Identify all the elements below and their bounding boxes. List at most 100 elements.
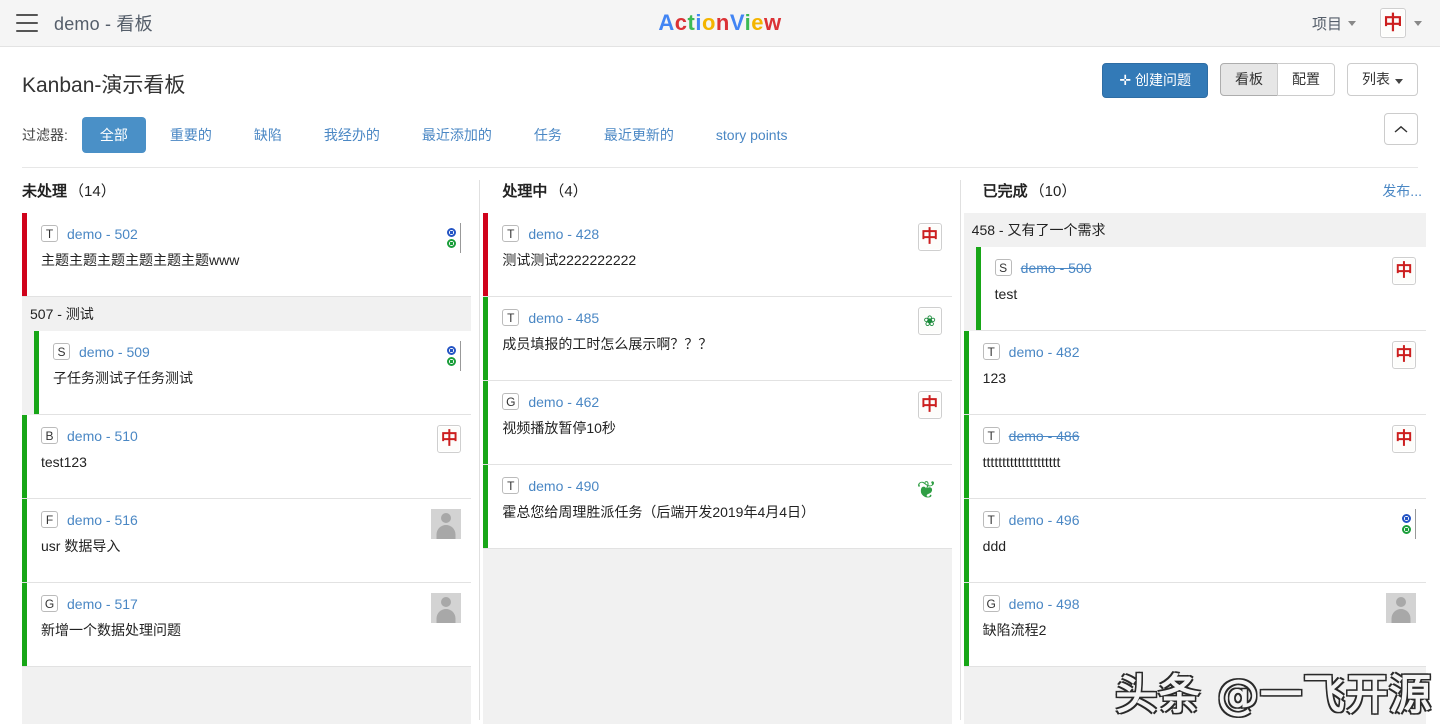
card-issue-key-link[interactable]: demo - 517 [67, 597, 138, 611]
filter-bar: 过滤器: 全部 重要的 缺陷 我经办的 最近添加的 任务 最近更新的 story points [22, 113, 1418, 168]
kanban-card[interactable]: Tdemo - 482 123 中 [963, 331, 1426, 415]
column-count: （10） [1029, 183, 1077, 200]
avatar-dot-blue [447, 228, 457, 237]
kanban-card[interactable]: Tdemo - 428 测试测试2222222222 中 [483, 213, 952, 297]
filter-5[interactable]: 任务 [516, 117, 580, 153]
card-assignee: ❀ [894, 297, 952, 380]
kanban-card[interactable]: Bdemo - 510 test123 中 [22, 415, 472, 499]
card-header-line: Gdemo - 462 [502, 393, 883, 410]
filter-items: 全部 重要的 缺陷 我经办的 最近添加的 任务 最近更新的 story points [81, 117, 806, 153]
filter-4[interactable]: 最近添加的 [404, 117, 510, 153]
plus-icon: ✛ [1119, 72, 1132, 88]
issue-type-badge: B [41, 427, 58, 444]
kanban-board: 未处理 （14） Tdemo - 502 主题主题主题主题主题主题www 507 - 测… [0, 180, 1440, 724]
card-body: Tdemo - 482 123 [969, 331, 1368, 414]
card-summary: usr 数据导入 [41, 538, 121, 554]
card-issue-key-link[interactable]: demo - 428 [528, 227, 599, 241]
avatar [1397, 509, 1416, 539]
card-header-line: Tdemo - 485 [502, 309, 883, 326]
kanban-card[interactable]: Gdemo - 462 视频播放暂停10秒 中 [483, 381, 952, 465]
column-count: （4） [549, 183, 588, 200]
card-assignee: 中 [413, 415, 471, 498]
filter-6[interactable]: 最近更新的 [586, 117, 692, 153]
hamburger-menu-icon[interactable] [16, 14, 38, 32]
brand-letter-4: o [701, 10, 716, 35]
collapse-filters-button[interactable] [1384, 113, 1418, 145]
issue-type-badge: S [994, 259, 1012, 276]
create-issue-button[interactable]: ✛ 创建问题 [1102, 63, 1208, 99]
card-issue-key-link[interactable]: demo - 516 [67, 513, 138, 527]
card-issue-key-link[interactable]: demo - 498 [1009, 597, 1080, 611]
release-link[interactable]: 发布... [1382, 181, 1422, 201]
card-assignee: 中 [1368, 331, 1426, 414]
kanban-card[interactable]: Fdemo - 516 usr 数据导入 [22, 499, 472, 583]
issue-type-badge: T [502, 309, 520, 326]
card-header-line: Tdemo - 482 [982, 343, 1358, 360]
card-summary: test [994, 286, 1018, 302]
kanban-card[interactable]: Tdemo - 486 tttttttttttttttttttt 中 [963, 415, 1426, 499]
kanban-card[interactable]: Gdemo - 517 新增一个数据处理问题 [22, 583, 472, 667]
list-dropdown-button[interactable]: 列表 [1347, 63, 1418, 97]
kanban-card[interactable]: Sdemo - 500 test 中 [975, 247, 1426, 331]
card-summary: 霍总您给周理胜派任务（后端开发2019年4月4日） [502, 504, 816, 520]
card-header-line: Fdemo - 516 [41, 511, 403, 528]
kanban-column: 已完成 （10） 发布... 458 - 又有了一个需求 Sdemo - 500 test… [959, 180, 1440, 724]
chevron-down-icon [1395, 79, 1403, 84]
card-issue-key-link[interactable]: demo - 509 [79, 345, 150, 359]
column-name: 已完成 [982, 183, 1028, 200]
card-assignee [413, 583, 471, 666]
kanban-card[interactable]: Sdemo - 509 子任务测试子任务测试 [34, 331, 472, 415]
avatar: 中 [437, 425, 462, 453]
kanban-card[interactable]: Gdemo - 498 缺陷流程2 [963, 583, 1426, 667]
filter-2[interactable]: 缺陷 [236, 117, 300, 153]
avatar [443, 341, 462, 371]
avatar-dot-green [447, 239, 457, 248]
card-header-line: Bdemo - 510 [41, 427, 403, 444]
card-issue-key-link[interactable]: demo - 502 [67, 227, 138, 241]
card-header-line: Tdemo - 486 [982, 427, 1358, 444]
issue-type-badge: T [502, 477, 520, 494]
card-header-line: Tdemo - 428 [502, 225, 883, 242]
card-issue-key-link[interactable]: demo - 490 [528, 479, 599, 493]
kanban-card[interactable]: Tdemo - 496 ddd [963, 499, 1426, 583]
card-issue-key-link[interactable]: demo - 485 [528, 311, 599, 325]
kanban-card[interactable]: Tdemo - 485 成员填报的工时怎么展示啊？？？ ❀ [483, 297, 952, 381]
card-summary: tttttttttttttttttttt [982, 454, 1061, 470]
kanban-card[interactable]: Tdemo - 490 霍总您给周理胜派任务（后端开发2019年4月4日） ❦ [483, 465, 952, 549]
user-menu[interactable]: 中 [1380, 8, 1422, 38]
kanban-card[interactable]: Tdemo - 502 主题主题主题主题主题主题www [22, 213, 472, 297]
card-body: Gdemo - 498 缺陷流程2 [969, 583, 1368, 666]
issue-type-badge: G [502, 393, 520, 410]
chevron-down-icon [1348, 20, 1356, 26]
filter-1[interactable]: 重要的 [152, 117, 230, 153]
nav-project-menu[interactable]: 项目 [1308, 7, 1360, 40]
card-group-label[interactable]: 507 - 测试 [22, 297, 472, 331]
avatar-dot-green [447, 357, 457, 366]
card-issue-key-link[interactable]: demo - 510 [67, 429, 138, 443]
avatar: 中 [1391, 425, 1416, 453]
card-summary: 子任务测试子任务测试 [53, 370, 193, 386]
app-logo-actionview: ActionView [0, 10, 1440, 36]
card-assignee: 中 [1368, 415, 1426, 498]
card-issue-key-link[interactable]: demo - 482 [1009, 345, 1080, 359]
column-header: 已完成 （10） 发布... [961, 180, 1440, 213]
tab-config[interactable]: 配置 [1277, 63, 1335, 97]
card-body: Tdemo - 502 主题主题主题主题主题主题www [27, 213, 413, 296]
card-issue-key-link[interactable]: demo - 496 [1009, 513, 1080, 527]
card-summary: test123 [41, 454, 87, 470]
filter-3[interactable]: 我经办的 [306, 117, 398, 153]
kanban-column: 处理中 （4） Tdemo - 428 测试测试2222222222 中 Tdemo - … [479, 180, 959, 724]
card-issue-key-link[interactable]: demo - 462 [528, 395, 599, 409]
card-issue-key-link[interactable]: demo - 486 [1009, 429, 1080, 443]
top-navigation-bar: demo - 看板 ActionView 项目 中 [0, 0, 1440, 47]
card-header-line: Gdemo - 517 [41, 595, 403, 612]
tab-kanban[interactable]: 看板 [1220, 63, 1278, 97]
card-assignee [413, 213, 471, 296]
card-body: Fdemo - 516 usr 数据导入 [27, 499, 413, 582]
card-group-label[interactable]: 458 - 又有了一个需求 [963, 213, 1426, 247]
avatar: 中 [1380, 8, 1406, 38]
filter-7[interactable]: story points [698, 119, 806, 151]
card-issue-key-link[interactable]: demo - 500 [1021, 261, 1092, 275]
card-body: Gdemo - 517 新增一个数据处理问题 [27, 583, 413, 666]
filter-0[interactable]: 全部 [81, 117, 146, 153]
